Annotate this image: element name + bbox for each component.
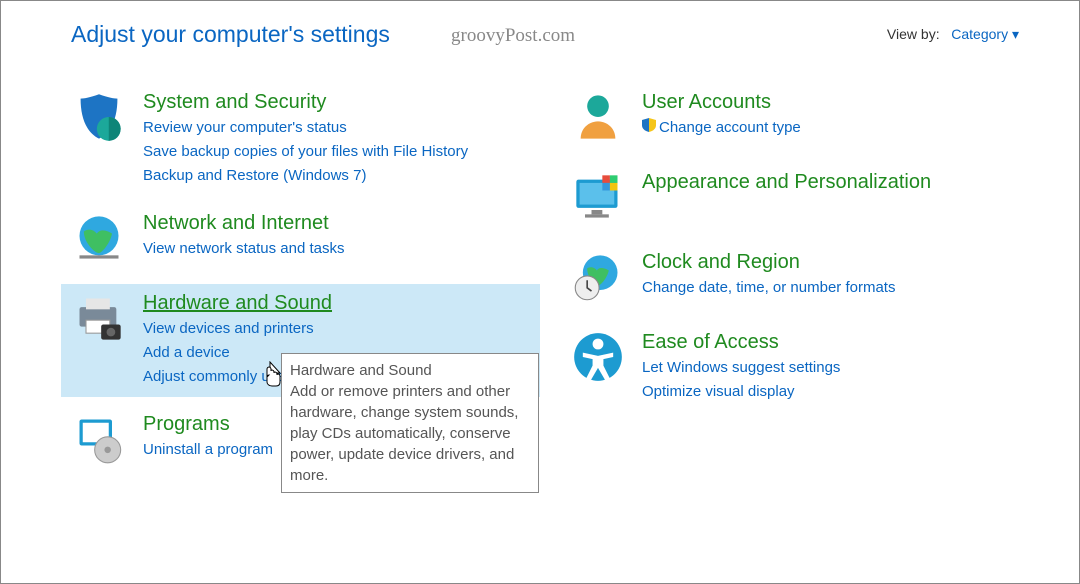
category-title[interactable]: Hardware and Sound	[143, 292, 332, 315]
clock-globe-icon	[570, 251, 626, 307]
accessibility-icon	[570, 331, 626, 387]
tooltip: Hardware and Sound Add or remove printer…	[281, 353, 539, 493]
sub-link[interactable]: Save backup copies of your files with Fi…	[143, 140, 530, 164]
category-title[interactable]: Ease of Access	[642, 331, 779, 354]
header-bar: Adjust your computer's settings groovyPo…	[1, 1, 1079, 53]
view-by-value[interactable]: Category	[951, 26, 1008, 42]
page-title: Adjust your computer's settings	[71, 21, 390, 48]
category-title[interactable]: System and Security	[143, 91, 326, 114]
category-title[interactable]: Appearance and Personalization	[642, 171, 931, 194]
sub-link[interactable]: View devices and printers	[143, 317, 530, 341]
printer-icon	[71, 292, 127, 348]
category-network-internet: Network and Internet View network status…	[61, 204, 540, 276]
chevron-down-icon: ▾	[1012, 26, 1019, 42]
category-clock-region: Clock and Region Change date, time, or n…	[560, 243, 1039, 315]
globe-icon	[71, 212, 127, 268]
shield-icon	[71, 91, 127, 147]
monitor-icon	[570, 171, 626, 227]
category-appearance-personalization: Appearance and Personalization	[560, 163, 1039, 235]
category-title[interactable]: Clock and Region	[642, 251, 800, 274]
sub-link[interactable]: Let Windows suggest settings	[642, 356, 1029, 380]
sub-link[interactable]: View network status and tasks	[143, 237, 530, 261]
sub-link[interactable]: Change date, time, or number formats	[642, 276, 1029, 300]
category-title[interactable]: User Accounts	[642, 91, 771, 114]
sub-link[interactable]: Optimize visual display	[642, 380, 1029, 404]
programs-icon	[71, 413, 127, 469]
category-ease-of-access: Ease of Access Let Windows suggest setti…	[560, 323, 1039, 412]
user-icon	[570, 91, 626, 147]
category-title[interactable]: Network and Internet	[143, 212, 329, 235]
category-title[interactable]: Programs	[143, 413, 230, 436]
tooltip-title: Hardware and Sound	[290, 360, 530, 381]
content-area: System and Security Review your computer…	[1, 53, 1079, 485]
uac-shield-icon	[642, 116, 656, 140]
category-system-security: System and Security Review your computer…	[61, 83, 540, 196]
right-column: User Accounts Change account type Appear…	[560, 83, 1039, 485]
view-by-label: View by:	[887, 26, 940, 42]
category-user-accounts: User Accounts Change account type	[560, 83, 1039, 155]
sub-link[interactable]: Change account type	[642, 116, 1029, 140]
sub-link[interactable]: Backup and Restore (Windows 7)	[143, 164, 530, 188]
tooltip-body: Add or remove printers and other hardwar…	[290, 383, 518, 484]
sub-link[interactable]: Review your computer's status	[143, 116, 530, 140]
view-by-control[interactable]: View by: Category ▾	[887, 26, 1019, 43]
watermark-text: groovyPost.com	[451, 25, 575, 47]
